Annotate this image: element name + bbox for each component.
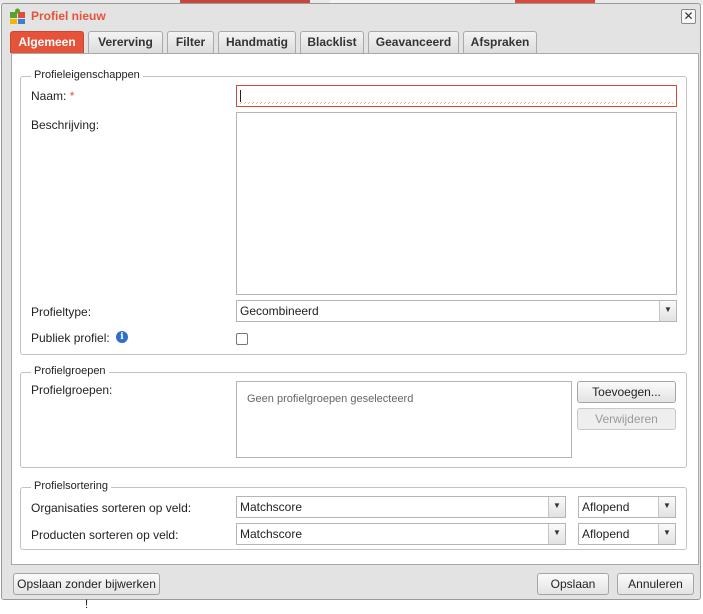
prod-sort-field-select[interactable]: Matchscore ▼ [236,523,566,545]
name-input[interactable] [236,85,677,107]
add-group-button[interactable]: Toevoegen... [577,381,676,403]
tab-content-panel: Profieleigenschappen Naam: * Beschrijvin… [11,53,699,565]
profile-type-select[interactable]: Gecombineerd ▼ [236,300,677,322]
chevron-down-icon[interactable]: ▼ [658,524,675,544]
puzzle-icon [10,8,25,24]
fieldset-legend: Profielgroepen [31,365,109,377]
tab-algemeen[interactable]: Algemeen [10,31,84,53]
chevron-down-icon[interactable]: ▼ [659,301,676,321]
chevron-down-icon[interactable]: ▼ [548,524,565,544]
org-sort-order-select[interactable]: Aflopend ▼ [578,496,676,518]
fieldset-legend: Profieleigenschappen [31,69,143,81]
tab-vererving[interactable]: Vererving [88,31,163,53]
tab-afspraken[interactable]: Afspraken [463,31,537,53]
tab-filter[interactable]: Filter [167,31,214,53]
name-label: Naam: * [31,89,75,103]
dialog-titlebar: Profiel nieuw ✕ [2,4,700,28]
prod-sort-label: Producten sorteren op veld: [31,528,179,542]
profile-properties-fieldset: Profieleigenschappen Naam: * Beschrijvin… [20,69,687,355]
dialog-title: Profiel nieuw [31,9,106,23]
empty-groups-text: Geen profielgroepen geselecteerd [247,393,414,405]
info-icon[interactable]: i [116,331,128,343]
description-label: Beschrijving: [31,118,100,132]
profile-type-label: Profieltype: [31,305,92,319]
remove-group-button[interactable]: Verwijderen [577,408,676,430]
org-sort-label: Organisaties sorteren op veld: [31,501,192,515]
public-profile-checkbox[interactable] [236,333,248,345]
profile-groups-list[interactable]: Geen profielgroepen geselecteerd [236,381,572,458]
profile-sorting-fieldset: Profielsortering Organisaties sorteren o… [20,480,687,550]
public-profile-label: Publiek profiel: [31,331,110,345]
profile-dialog: Profiel nieuw ✕ Algemeen Vererving Filte… [1,3,701,611]
profile-type-value: Gecombineerd [240,304,319,318]
prod-sort-order-select[interactable]: Aflopend ▼ [578,523,676,545]
profile-groups-label: Profielgroepen: [31,383,113,397]
chevron-down-icon[interactable]: ▼ [548,497,565,517]
description-textarea[interactable] [236,112,677,295]
required-asterisk: * [69,89,75,103]
save-without-update-button[interactable]: Opslaan zonder bijwerken ! [13,573,160,611]
chevron-down-icon[interactable]: ▼ [658,497,675,517]
org-sort-field-select[interactable]: Matchscore ▼ [236,496,566,518]
tab-geavanceerd[interactable]: Geavanceerd [368,31,459,53]
fieldset-legend: Profielsortering [31,480,111,492]
profile-groups-fieldset: Profielgroepen Profielgroepen: Geen prof… [20,365,687,468]
close-icon[interactable]: ✕ [681,9,696,24]
cancel-button[interactable]: Annuleren [617,573,694,595]
save-button[interactable]: Opslaan [537,573,609,595]
spellcheck-underline [239,102,674,104]
tab-blacklist[interactable]: Blacklist [300,31,364,53]
tab-handmatig[interactable]: Handmatig [218,31,296,53]
